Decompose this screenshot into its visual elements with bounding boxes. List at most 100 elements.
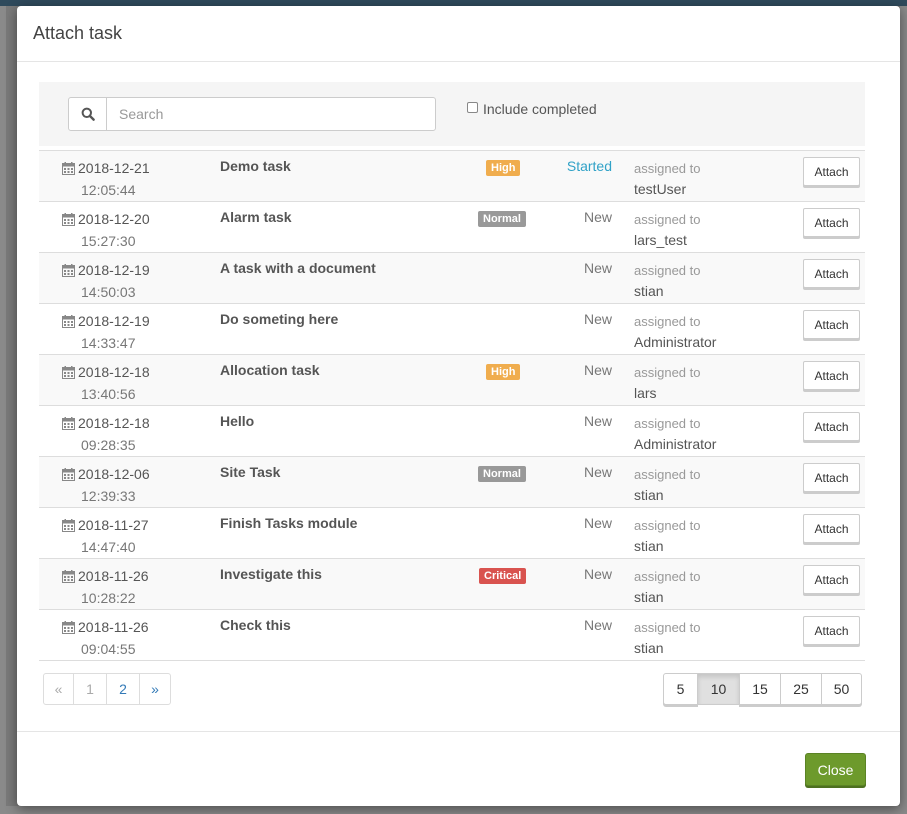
table-row: 2018-12-20 15:27:30 Alarm task Normal New ass… [39, 201, 865, 252]
assignee-cell: assigned to testUser [634, 159, 701, 199]
task-title: Do someting here [220, 311, 339, 327]
calendar-icon [62, 364, 75, 384]
search-input[interactable] [107, 98, 433, 130]
prev-page-link[interactable]: « [43, 673, 74, 705]
task-date: 2018-12-19 [78, 313, 150, 329]
table-row: 2018-11-26 10:28:22 Investigate this Critic… [39, 558, 865, 609]
assigned-to-label: assigned to [634, 416, 701, 431]
background-right [900, 6, 907, 814]
task-title: Alarm task [220, 209, 292, 225]
assignee-cell: assigned to stian [634, 261, 701, 301]
attach-button[interactable]: Attach [803, 259, 860, 288]
date-cell: 2018-12-19 14:33:47 [62, 311, 150, 353]
assignee-name: Administrator [634, 436, 717, 452]
calendar-icon [62, 160, 75, 180]
next-page-link[interactable]: » [139, 673, 171, 705]
calendar-icon [62, 211, 75, 231]
task-title: Investigate this [220, 566, 322, 582]
task-time: 15:27:30 [81, 233, 136, 249]
date-cell: 2018-12-18 09:28:35 [62, 413, 150, 455]
filter-bar: Include completed [39, 82, 865, 146]
attach-button[interactable]: Attach [803, 361, 860, 390]
assignee-name: stian [634, 538, 664, 554]
task-time: 13:40:56 [81, 386, 136, 402]
search-group [68, 97, 436, 131]
assignee-cell: assigned to lars [634, 363, 701, 403]
modal-title: Attach task [33, 23, 123, 43]
task-status: Started [566, 158, 612, 174]
assignee-name: stian [634, 487, 664, 503]
task-time: 14:33:47 [81, 335, 136, 351]
task-title: Check this [220, 617, 291, 633]
task-time: 14:47:40 [81, 539, 136, 555]
assigned-to-label: assigned to [634, 263, 701, 278]
assignee-cell: assigned to stian [634, 465, 701, 505]
attach-task-modal: Attach task Include completed 2018-12-21… [17, 6, 900, 806]
assignee-cell: assigned to stian [634, 516, 701, 556]
date-cell: 2018-12-06 12:39:33 [62, 464, 150, 506]
task-date: 2018-12-06 [78, 466, 150, 482]
task-date: 2018-12-19 [78, 262, 150, 278]
task-time: 12:05:44 [81, 182, 136, 198]
page-size-10[interactable]: 10 [697, 673, 740, 705]
task-date: 2018-12-21 [78, 160, 150, 176]
page-size-15[interactable]: 15 [739, 673, 781, 705]
assigned-to-label: assigned to [634, 569, 701, 584]
attach-button[interactable]: Attach [803, 463, 860, 492]
calendar-icon [62, 517, 75, 537]
include-completed-toggle[interactable]: Include completed [467, 101, 597, 117]
date-cell: 2018-11-27 14:47:40 [62, 515, 149, 557]
assigned-to-label: assigned to [634, 314, 701, 329]
priority-badge: Critical [479, 568, 527, 584]
task-title: Demo task [220, 158, 291, 174]
calendar-icon [62, 415, 75, 435]
include-completed-checkbox[interactable] [467, 101, 478, 113]
task-status: New [583, 362, 612, 378]
assignee-name: testUser [634, 181, 687, 197]
task-list: 2018-12-21 12:05:44 Demo task High Started as… [39, 150, 865, 661]
task-time: 10:28:22 [81, 590, 136, 606]
page-link-1[interactable]: 1 [73, 673, 107, 705]
task-title: Hello [220, 413, 255, 429]
task-time: 12:39:33 [81, 488, 136, 504]
task-title: A task with a document [220, 260, 376, 276]
page-size-50[interactable]: 50 [821, 673, 862, 705]
modal-header: Attach task [17, 6, 900, 62]
attach-button[interactable]: Attach [803, 310, 860, 339]
attach-button[interactable]: Attach [803, 565, 860, 594]
page-size-5[interactable]: 5 [663, 673, 698, 705]
assignee-name: Administrator [634, 334, 717, 350]
priority-badge: High [486, 364, 521, 380]
task-date: 2018-12-20 [78, 211, 150, 227]
assignee-cell: assigned to Administrator [634, 414, 716, 454]
date-cell: 2018-12-20 15:27:30 [62, 209, 150, 251]
page-size-selector: 5 10 15 25 50 [663, 673, 862, 705]
modal-footer: Close [17, 731, 900, 806]
attach-button[interactable]: Attach [803, 208, 860, 237]
search-icon[interactable] [69, 98, 107, 130]
table-row: 2018-11-27 14:47:40 Finish Tasks module New… [39, 507, 865, 558]
page-size-25[interactable]: 25 [780, 673, 822, 705]
assignee-cell: assigned to stian [634, 618, 701, 658]
task-status: New [583, 515, 612, 531]
attach-button[interactable]: Attach [803, 616, 860, 645]
table-row: 2018-12-18 09:28:35 Hello New assigned to Adm… [39, 405, 865, 456]
assignee-name: stian [634, 589, 664, 605]
attach-button[interactable]: Attach [803, 514, 860, 543]
assigned-to-label: assigned to [634, 467, 701, 482]
assignee-name: lars_test [634, 232, 687, 248]
priority-badge: Normal [478, 211, 526, 227]
task-time: 09:28:35 [81, 437, 136, 453]
task-time: 14:50:03 [81, 284, 136, 300]
close-button[interactable]: Close [805, 753, 866, 786]
assignee-cell: assigned to Administrator [634, 312, 716, 352]
task-date: 2018-11-27 [78, 517, 149, 533]
attach-button[interactable]: Attach [803, 412, 860, 441]
attach-button[interactable]: Attach [803, 157, 860, 186]
page-link-2[interactable]: 2 [106, 673, 140, 705]
assignee-cell: assigned to stian [634, 567, 701, 607]
task-time: 09:04:55 [81, 641, 136, 657]
task-date: 2018-12-18 [78, 415, 150, 431]
calendar-icon [62, 619, 75, 639]
calendar-icon [62, 262, 75, 282]
